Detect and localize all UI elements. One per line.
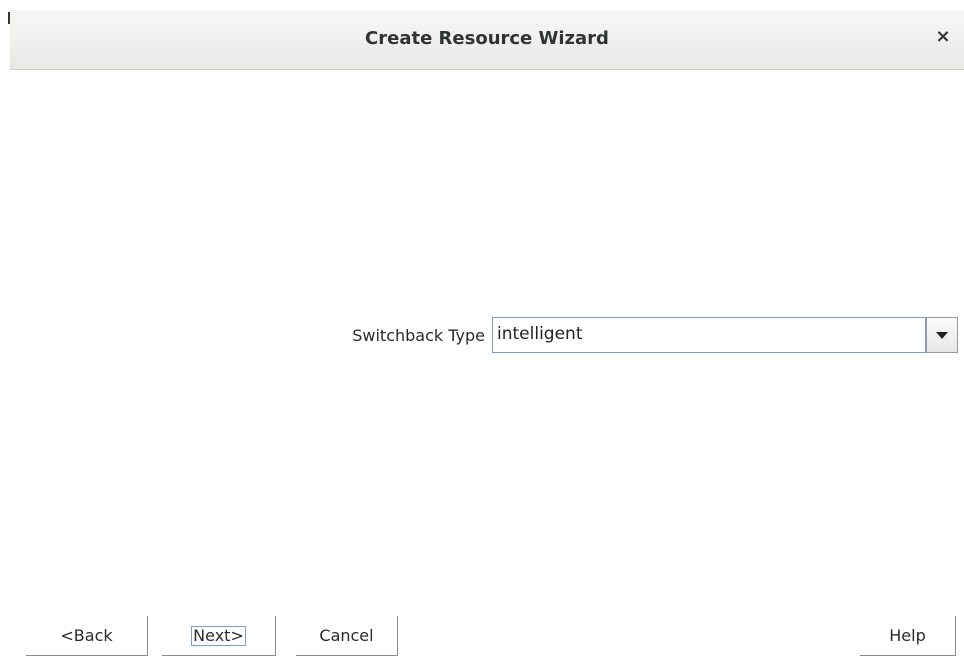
close-icon[interactable]: × bbox=[934, 28, 952, 46]
switchback-type-value[interactable]: intelligent bbox=[492, 317, 926, 353]
cancel-button-label: Cancel bbox=[319, 626, 374, 645]
cancel-button[interactable]: Cancel bbox=[296, 616, 398, 656]
window-title: Create Resource Wizard bbox=[365, 28, 609, 49]
next-button-label: Next> bbox=[191, 626, 246, 646]
next-button[interactable]: Next> bbox=[162, 616, 276, 656]
switchback-type-row: Switchback Type intelligent bbox=[0, 317, 964, 355]
help-button-label: Help bbox=[889, 626, 926, 645]
back-button[interactable]: <Back bbox=[26, 616, 148, 656]
chevron-down-icon bbox=[936, 332, 948, 339]
switchback-type-label: Switchback Type bbox=[352, 326, 485, 345]
dropdown-button[interactable] bbox=[926, 317, 958, 353]
title-bar: Create Resource Wizard × bbox=[10, 10, 964, 70]
switchback-type-select[interactable]: intelligent bbox=[492, 317, 958, 353]
help-button[interactable]: Help bbox=[860, 616, 956, 656]
wizard-window: Create Resource Wizard × Switchback Type… bbox=[0, 0, 964, 665]
back-button-label: <Back bbox=[60, 626, 113, 645]
